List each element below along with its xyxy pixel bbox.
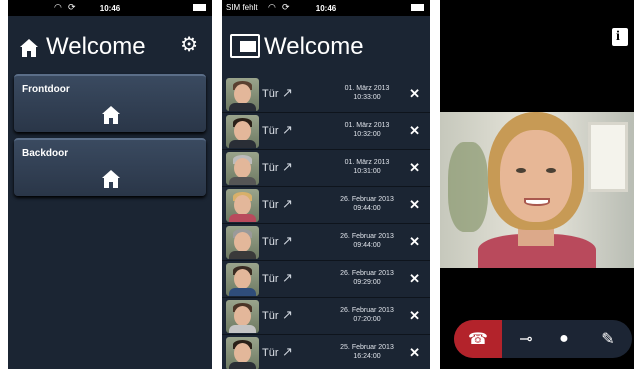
- wifi-icon: ◠: [54, 2, 62, 12]
- visitor-thumbnail: [226, 189, 259, 222]
- history-screen: SIM fehlt ◠ ⟳ 10:46 Welcome Tür ↗ 01. Mä…: [222, 0, 430, 369]
- history-row[interactable]: Tür ↗ 25. Februar 2013 16:24:00 ✕: [222, 335, 430, 369]
- row-label: Tür: [262, 125, 279, 137]
- delete-icon[interactable]: ✕: [409, 197, 420, 213]
- status-bar: ◠ ⟳ 10:46: [8, 0, 212, 16]
- settings-gears-icon[interactable]: ⚙: [180, 32, 198, 57]
- history-row[interactable]: Tür ↗ 26. Februar 2013 09:44:00 ✕: [222, 187, 430, 224]
- arrow-icon: ↗: [282, 270, 293, 285]
- visitor-thumbnail: [226, 78, 259, 111]
- video-call-screen: i ☎ ⊸ ● ✎: [440, 0, 634, 369]
- battery-icon: [193, 4, 206, 11]
- page-title: Welcome: [46, 33, 146, 60]
- visitor-thumbnail: [226, 115, 259, 148]
- history-row[interactable]: Tür ↗ 26. Februar 2013 07:20:00 ✕: [222, 298, 430, 335]
- row-timestamp: 01. März 2013 10:32:00: [344, 122, 390, 138]
- arrow-icon: ↗: [282, 122, 293, 137]
- history-row[interactable]: Tür ↗ 01. März 2013 10:31:00 ✕: [222, 150, 430, 187]
- header: Welcome ⚙: [8, 16, 212, 72]
- delete-icon[interactable]: ✕: [409, 234, 420, 250]
- status-time: 10:46: [315, 3, 337, 13]
- row-timestamp: 26. Februar 2013 09:29:00: [340, 270, 394, 286]
- row-label: Tür: [262, 88, 279, 100]
- light-bulb-icon: ●: [559, 330, 569, 347]
- light-button[interactable]: ●: [542, 320, 586, 358]
- arrow-icon: ↗: [282, 344, 293, 359]
- rotation-lock-icon: ⟳: [282, 2, 290, 12]
- row-timestamp: 26. Februar 2013 09:44:00: [340, 233, 394, 249]
- call-controls: ☎ ⊸ ● ✎: [454, 320, 632, 358]
- row-timestamp: 01. März 2013 10:31:00: [344, 159, 390, 175]
- house-icon: [102, 106, 120, 124]
- arrow-icon: ↗: [282, 233, 293, 248]
- history-row[interactable]: Tür ↗ 01. März 2013 10:33:00 ✕: [222, 76, 430, 113]
- carrier-text: SIM fehlt: [226, 3, 258, 12]
- visitor-thumbnail: [226, 226, 259, 259]
- home-screen: ◠ ⟳ 10:46 Welcome ⚙ Frontdoor Backdoor: [8, 0, 212, 369]
- hangup-icon: ☎: [468, 331, 488, 348]
- delete-icon[interactable]: ✕: [409, 308, 420, 324]
- visitor-thumbnail: [226, 152, 259, 185]
- microphone-icon: ✎: [601, 331, 615, 348]
- row-label: Tür: [262, 347, 279, 359]
- row-label: Tür: [262, 310, 279, 322]
- info-icon[interactable]: i: [612, 28, 628, 46]
- row-label: Tür: [262, 162, 279, 174]
- visitor-thumbnail: [226, 263, 259, 296]
- status-bar: SIM fehlt ◠ ⟳ 10:46: [222, 0, 430, 16]
- house-icon: [20, 39, 38, 57]
- row-label: Tür: [262, 236, 279, 248]
- delete-icon[interactable]: ✕: [409, 86, 420, 102]
- history-row[interactable]: Tür ↗ 01. März 2013 10:32:00 ✕: [222, 113, 430, 150]
- camera-video-feed: [440, 112, 634, 268]
- history-row[interactable]: Tür ↗ 26. Februar 2013 09:29:00 ✕: [222, 261, 430, 298]
- rotation-lock-icon: ⟳: [68, 2, 76, 12]
- arrow-icon: ↗: [282, 159, 293, 174]
- arrow-icon: ↗: [282, 85, 293, 100]
- picture-icon: [230, 34, 260, 58]
- door-label: Backdoor: [22, 148, 69, 159]
- row-timestamp: 01. März 2013 10:33:00: [344, 85, 390, 101]
- header: Welcome: [222, 16, 430, 72]
- arrow-icon: ↗: [282, 196, 293, 211]
- delete-icon[interactable]: ✕: [409, 123, 420, 139]
- row-timestamp: 25. Februar 2013 16:24:00: [340, 344, 394, 360]
- visitor-thumbnail: [226, 300, 259, 333]
- delete-icon[interactable]: ✕: [409, 271, 420, 287]
- delete-icon[interactable]: ✕: [409, 160, 420, 176]
- row-label: Tür: [262, 273, 279, 285]
- status-time: 10:46: [99, 3, 121, 13]
- wifi-icon: ◠: [268, 2, 276, 12]
- microphone-button[interactable]: ✎: [586, 320, 630, 358]
- battery-icon: [411, 4, 424, 11]
- hangup-button[interactable]: ☎: [454, 320, 502, 358]
- arrow-icon: ↗: [282, 307, 293, 322]
- visitor-thumbnail: [226, 337, 259, 369]
- delete-icon[interactable]: ✕: [409, 345, 420, 361]
- history-row[interactable]: Tür ↗ 26. Februar 2013 09:44:00 ✕: [222, 224, 430, 261]
- key-icon: ⊸: [519, 331, 533, 348]
- row-label: Tür: [262, 199, 279, 211]
- row-timestamp: 26. Februar 2013 09:44:00: [340, 196, 394, 212]
- door-button-frontdoor[interactable]: Frontdoor: [14, 74, 206, 132]
- house-icon: [102, 170, 120, 188]
- row-timestamp: 26. Februar 2013 07:20:00: [340, 307, 394, 323]
- page-title: Welcome: [264, 33, 364, 60]
- door-button-backdoor[interactable]: Backdoor: [14, 138, 206, 196]
- door-label: Frontdoor: [22, 84, 70, 95]
